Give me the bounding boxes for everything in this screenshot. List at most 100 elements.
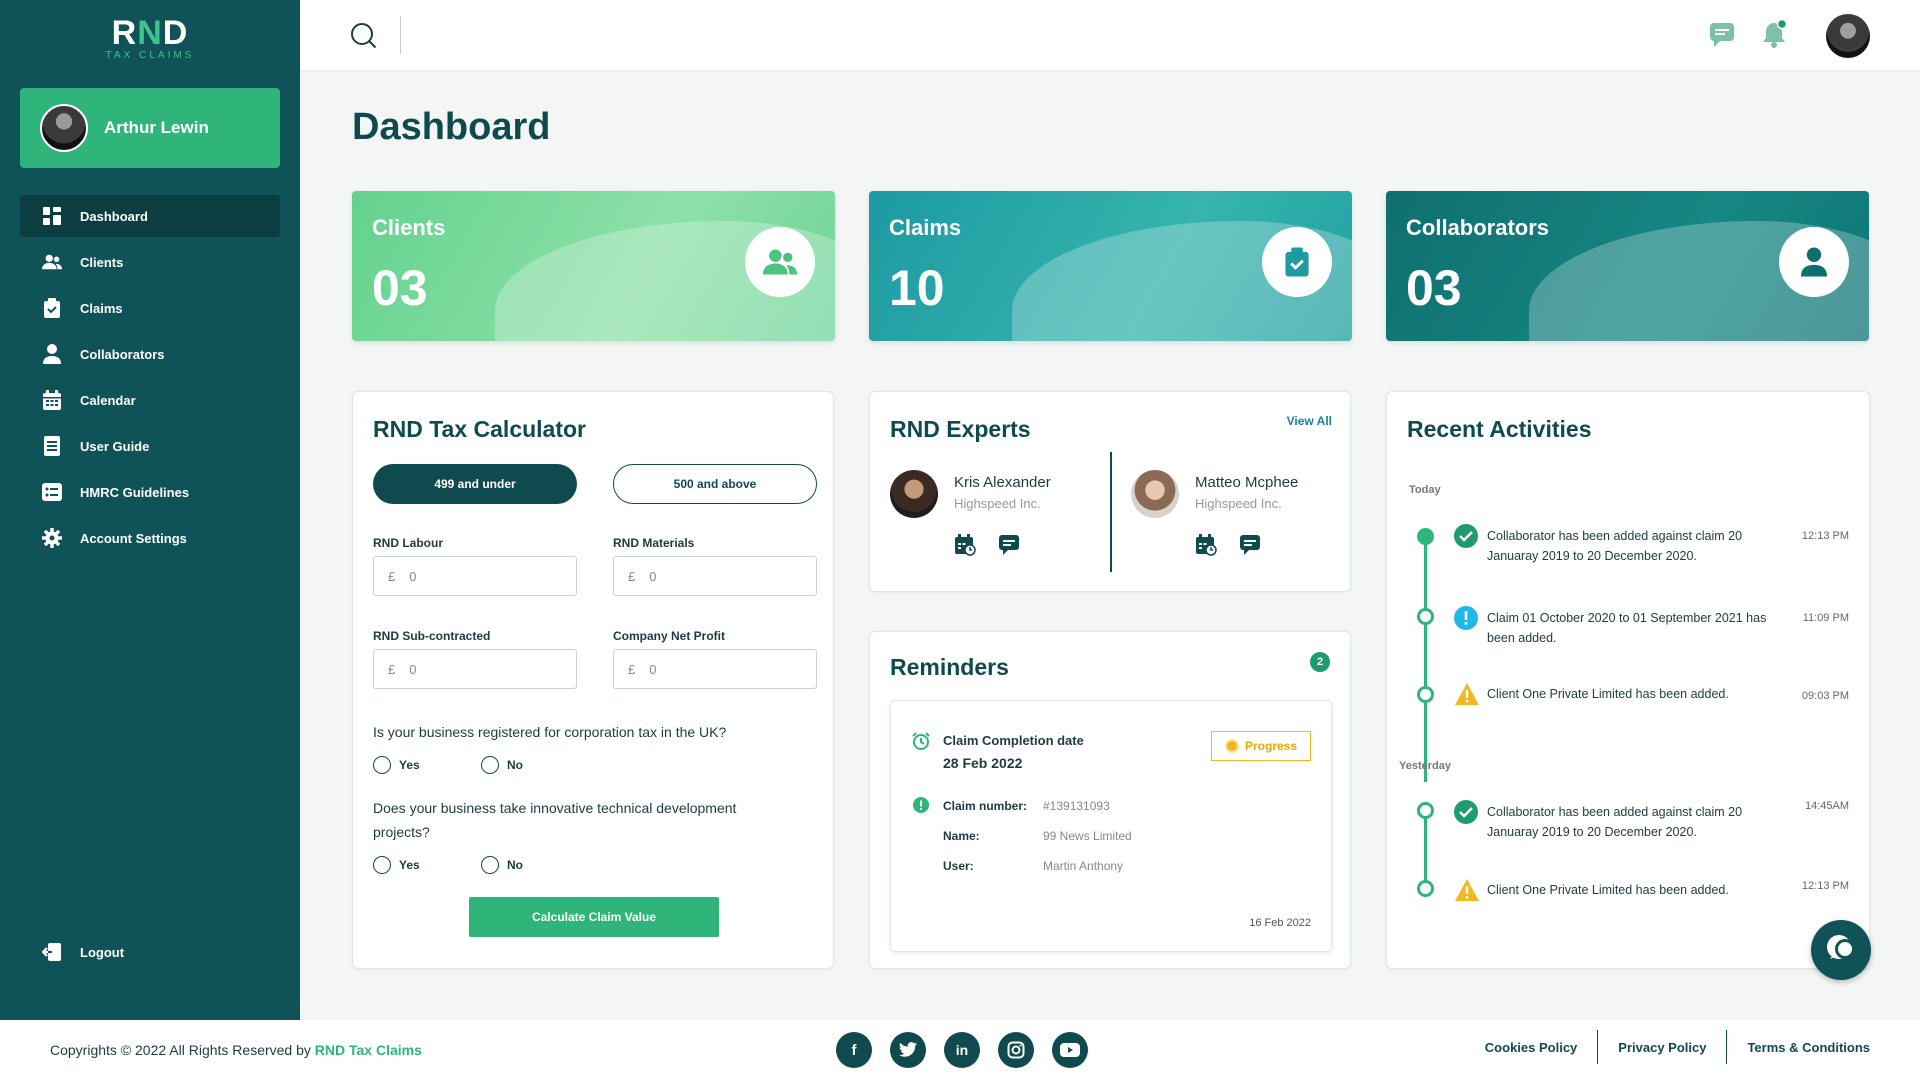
support-chat-button[interactable] (1811, 920, 1871, 980)
view-all-link[interactable]: View All (1287, 414, 1332, 428)
name-row: Name: 99 News Limited (943, 829, 1132, 843)
logo-letter: N (137, 14, 163, 52)
schedule-calendar-icon[interactable] (954, 534, 976, 561)
facebook-icon[interactable]: f (836, 1032, 872, 1068)
input-value: 0 (409, 661, 417, 677)
activity-time: 14:45AM (1804, 800, 1849, 812)
stat-card-claims[interactable]: Claims 10 (869, 191, 1352, 341)
terms-conditions-link[interactable]: Terms & Conditions (1726, 1030, 1870, 1064)
stat-card-collaborators[interactable]: Collaborators 03 (1386, 191, 1869, 341)
currency-prefix: £ (628, 661, 636, 677)
twitter-icon[interactable] (890, 1032, 926, 1068)
claim-number-row: Claim number: #139131093 (943, 799, 1110, 813)
stat-card-clients[interactable]: Clients 03 (352, 191, 835, 341)
list-icon (42, 482, 62, 502)
avatar (890, 470, 938, 518)
option-500-and-above[interactable]: 500 and above (613, 464, 817, 504)
radio-label: No (507, 758, 523, 772)
rnd-materials-input[interactable]: £0 (613, 556, 817, 596)
expert-item[interactable]: Matteo Mcphee Highspeed Inc. (1131, 470, 1351, 580)
sidebar-item-dashboard[interactable]: Dashboard (20, 195, 280, 237)
rnd-labour-input[interactable]: £0 (373, 556, 577, 596)
chat-icon[interactable] (1708, 20, 1736, 53)
activity-text: Collaborator has been added against clai… (1487, 805, 1743, 839)
radio-no[interactable]: No (481, 856, 523, 874)
logo[interactable]: RND TAX CLAIMS (100, 16, 200, 62)
warning-icon (1454, 682, 1479, 706)
sidebar-item-label: Collaborators (80, 346, 165, 362)
sidebar-item-claims[interactable]: Claims (20, 287, 280, 329)
activity-text: Client One Private Limited has been adde… (1487, 883, 1729, 897)
expert-company: Highspeed Inc. (954, 496, 1041, 511)
message-icon[interactable] (998, 534, 1020, 561)
radio-no[interactable]: No (481, 756, 523, 774)
row-value: #139131093 (1043, 799, 1110, 813)
calculate-claim-button[interactable]: Calculate Claim Value (469, 897, 719, 937)
activity-time: 12:13 PM (1801, 530, 1849, 542)
row-label: Claim number: (943, 799, 1028, 813)
search-icon[interactable] (350, 22, 378, 55)
radio-yes[interactable]: Yes (373, 856, 420, 874)
radio-circle (373, 856, 391, 874)
sidebar-item-collaborators[interactable]: Collaborators (20, 333, 280, 375)
radio-circle (481, 756, 499, 774)
row-value: Martin Anthony (1043, 859, 1124, 873)
stat-value: 03 (372, 260, 428, 316)
question-innovative-projects: Does your business take innovative techn… (373, 800, 737, 840)
clipboard-icon (42, 298, 62, 318)
logout-button[interactable]: Logout (42, 942, 124, 962)
timeline-dot (1417, 880, 1434, 897)
radio-label: Yes (399, 858, 420, 872)
timeline-dot (1417, 528, 1434, 545)
day-label-yesterday: Yesterday (1399, 760, 1451, 772)
brand-link[interactable]: RND Tax Claims (315, 1042, 422, 1058)
schedule-calendar-icon[interactable] (1195, 534, 1217, 561)
instagram-icon[interactable] (998, 1032, 1034, 1068)
activity-text: Claim 01 October 2020 to 01 September 20… (1487, 611, 1767, 645)
linkedin-icon[interactable]: in (944, 1032, 980, 1068)
divider (1110, 452, 1112, 572)
check-circle-icon (1454, 800, 1478, 824)
card-title: RND Experts (890, 416, 1031, 442)
reminder-title: Claim Completion date (943, 733, 1084, 748)
sidebar-item-user-guide[interactable]: User Guide (20, 425, 280, 467)
radio-yes[interactable]: Yes (373, 756, 420, 774)
reminder-item[interactable]: Claim Completion date 28 Feb 2022 Progre… (890, 700, 1332, 952)
user-profile-card[interactable]: Arthur Lewin (20, 88, 280, 168)
logout-label: Logout (80, 944, 125, 960)
message-icon[interactable] (1239, 534, 1261, 561)
sidebar-item-account-settings[interactable]: Account Settings (20, 517, 280, 559)
timeline-dot (1417, 802, 1434, 819)
rnd-subcontracted-input[interactable]: £0 (373, 649, 577, 689)
footer-links: Cookies Policy Privacy Policy Terms & Co… (1465, 1030, 1870, 1064)
logo-letter: D (162, 14, 189, 52)
notification-bell-icon[interactable] (1760, 18, 1788, 54)
chat-bubble-icon (1824, 933, 1858, 968)
social-links: f in (836, 1032, 1088, 1068)
avatar[interactable] (1826, 14, 1870, 58)
clipboard-check-icon (1262, 227, 1332, 297)
youtube-icon[interactable] (1052, 1032, 1088, 1068)
currency-prefix: £ (388, 568, 396, 584)
privacy-policy-link[interactable]: Privacy Policy (1597, 1030, 1726, 1064)
expert-item[interactable]: Kris Alexander Highspeed Inc. (890, 470, 1110, 580)
stat-label: Claims (889, 215, 962, 240)
recent-activities-card: Recent Activities Today Collaborator has… (1386, 391, 1870, 969)
top-bar (300, 0, 1920, 70)
sidebar-item-clients[interactable]: Clients (20, 241, 280, 283)
reminders-card: Reminders 2 Claim Completion date 28 Feb… (869, 631, 1351, 969)
cookies-policy-link[interactable]: Cookies Policy (1465, 1030, 1597, 1064)
stat-value: 03 (1406, 260, 1462, 316)
sidebar-item-label: User Guide (80, 438, 150, 454)
users-icon (745, 227, 815, 297)
stat-value: 10 (889, 260, 945, 316)
grid-icon (42, 206, 62, 226)
option-499-and-under[interactable]: 499 and under (373, 464, 577, 504)
net-profit-input[interactable]: £0 (613, 649, 817, 689)
expert-name: Matteo Mcphee (1195, 474, 1299, 491)
radio-circle (481, 856, 499, 874)
sidebar-item-hmrc-guidelines[interactable]: HMRC Guidelines (20, 471, 280, 513)
info-circle-icon (1454, 606, 1478, 630)
gear-icon (42, 528, 62, 548)
sidebar-item-calendar[interactable]: Calendar (20, 379, 280, 421)
